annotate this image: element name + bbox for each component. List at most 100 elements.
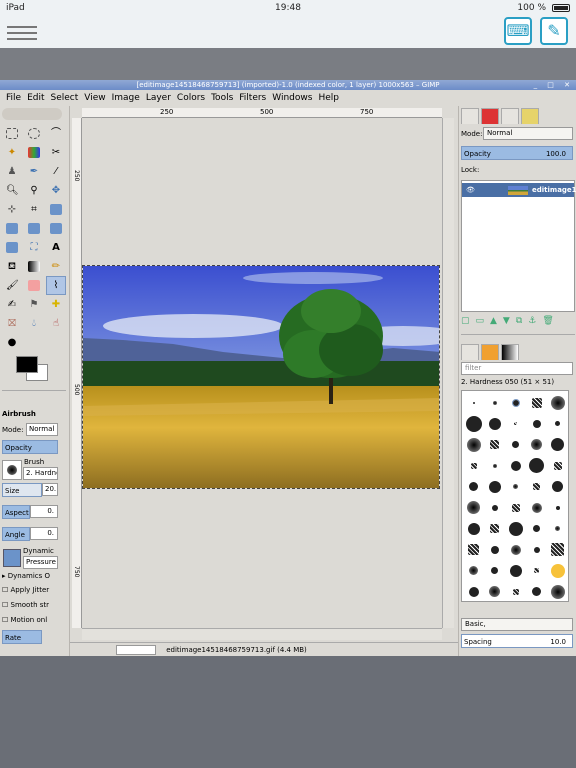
- menu-file[interactable]: File: [6, 93, 21, 103]
- brush-swatch[interactable]: [506, 414, 525, 433]
- opacity-slider[interactable]: Opacity: [2, 440, 58, 454]
- brush-swatch[interactable]: [485, 561, 504, 580]
- brush-swatch[interactable]: [464, 582, 483, 601]
- paths-tool-icon[interactable]: ✒: [24, 162, 44, 181]
- foreground-color-swatch[interactable]: [16, 356, 38, 373]
- tab-layers[interactable]: [461, 108, 479, 124]
- move-tool-icon[interactable]: ✥: [46, 181, 66, 200]
- brush-swatch[interactable]: [485, 456, 504, 475]
- brush-swatch[interactable]: [548, 393, 567, 412]
- menu-help[interactable]: Help: [318, 93, 339, 103]
- flip-tool-icon[interactable]: [2, 238, 22, 257]
- vertical-scrollbar[interactable]: [442, 118, 454, 628]
- brush-swatch[interactable]: [506, 393, 525, 412]
- smooth-stroke-checkbox[interactable]: ☐ Smooth str: [2, 601, 49, 609]
- brush-swatch[interactable]: [506, 540, 525, 559]
- ink-tool-icon[interactable]: ✍: [2, 295, 22, 314]
- brush-swatch[interactable]: [548, 519, 567, 538]
- brush-swatch[interactable]: [464, 393, 483, 412]
- layer-actions[interactable]: ▢▭▲▼⧉⚓🗑︎: [461, 316, 575, 330]
- brush-swatch[interactable]: [548, 498, 567, 517]
- tab-paths[interactable]: [501, 108, 519, 124]
- brush-swatch[interactable]: [548, 540, 567, 559]
- brush-swatch[interactable]: [485, 477, 504, 496]
- brush-swatch[interactable]: [464, 519, 483, 538]
- zoom-combo[interactable]: [116, 645, 156, 655]
- brush-swatch[interactable]: [485, 435, 504, 454]
- rect-select-tool-icon[interactable]: [2, 124, 22, 143]
- tab-patterns[interactable]: [481, 344, 499, 360]
- brush-swatch[interactable]: [506, 582, 525, 601]
- bucket-fill-tool-icon[interactable]: ⛾: [2, 257, 22, 276]
- angle-slider[interactable]: Angle: [2, 527, 30, 541]
- airbrush-tool-icon[interactable]: ⌇: [46, 276, 66, 295]
- smudge-tool-icon[interactable]: ☝: [46, 314, 66, 333]
- layers-opacity-slider[interactable]: Opacity 100.0: [461, 146, 573, 160]
- spacing-slider[interactable]: Spacing 10.0: [461, 634, 573, 648]
- brush-swatch[interactable]: [464, 414, 483, 433]
- foreground-select-tool-icon[interactable]: ♟: [2, 162, 22, 181]
- brush-swatch[interactable]: [527, 519, 546, 538]
- brush-swatch[interactable]: [548, 414, 567, 433]
- brush-swatch[interactable]: [485, 582, 504, 601]
- brush-swatch[interactable]: [485, 393, 504, 412]
- layer-row[interactable]: 👁︎ editimage1: [462, 183, 576, 197]
- blend-tool-icon[interactable]: [24, 257, 44, 276]
- brush-swatch[interactable]: [527, 561, 546, 580]
- brush-swatch[interactable]: [548, 477, 567, 496]
- tab-channels[interactable]: [481, 108, 499, 124]
- layers-mode-select[interactable]: Normal: [483, 127, 573, 140]
- blur-tool-icon[interactable]: 💧︎: [24, 314, 44, 333]
- dynamics-options-expander[interactable]: ▸ Dynamics O: [2, 572, 50, 580]
- brush-swatch[interactable]: [527, 393, 546, 412]
- tab-brushes[interactable]: [461, 344, 479, 360]
- brush-swatch[interactable]: [548, 435, 567, 454]
- eraser-tool-icon[interactable]: [24, 276, 44, 295]
- brush-swatch[interactable]: [527, 435, 546, 454]
- brush-swatch[interactable]: [464, 477, 483, 496]
- brush-preview[interactable]: [2, 460, 22, 480]
- ellipse-select-tool-icon[interactable]: [24, 124, 44, 143]
- brush-swatch[interactable]: [548, 582, 567, 601]
- angle-value[interactable]: 0.: [30, 527, 58, 540]
- aspect-slider[interactable]: Aspect: [2, 505, 30, 519]
- rate-slider[interactable]: Rate: [2, 630, 42, 644]
- menu-filters[interactable]: Filters: [239, 93, 266, 103]
- scale-tool-icon[interactable]: [2, 219, 22, 238]
- menu-view[interactable]: View: [84, 93, 105, 103]
- brush-swatch[interactable]: [464, 435, 483, 454]
- menu-colors[interactable]: Colors: [177, 93, 205, 103]
- color-select-tool-icon[interactable]: [24, 143, 44, 162]
- edit-icon[interactable]: ✎: [540, 17, 568, 45]
- aspect-value[interactable]: 0.: [30, 505, 58, 518]
- menu-layer[interactable]: Layer: [146, 93, 171, 103]
- rotate-tool-icon[interactable]: [46, 200, 66, 219]
- window-titlebar[interactable]: [editimage14518468759713] (imported)-1.0…: [0, 80, 576, 90]
- eye-icon[interactable]: 👁︎: [466, 183, 475, 197]
- brush-swatch[interactable]: [548, 456, 567, 475]
- menu-select[interactable]: Select: [51, 93, 79, 103]
- heal-tool-icon[interactable]: ✚: [46, 295, 66, 314]
- menu-image[interactable]: Image: [112, 93, 140, 103]
- brush-swatch[interactable]: [548, 561, 567, 580]
- dynamics-value[interactable]: Pressure: [23, 556, 58, 569]
- brush-swatch[interactable]: [464, 456, 483, 475]
- measure-tool-icon[interactable]: ⚲: [24, 181, 44, 200]
- crop-tool-icon[interactable]: ⌗: [24, 200, 44, 219]
- image-canvas[interactable]: [82, 118, 440, 628]
- shear-tool-icon[interactable]: [24, 219, 44, 238]
- brush-swatch[interactable]: [527, 582, 546, 601]
- free-select-tool-icon[interactable]: ⌒: [46, 124, 66, 143]
- size-slider[interactable]: Size: [2, 483, 42, 497]
- dodge-burn-tool-icon[interactable]: ●: [2, 333, 22, 352]
- menu-windows[interactable]: Windows: [272, 93, 312, 103]
- layer-list[interactable]: 👁︎ editimage1: [461, 180, 576, 312]
- brush-swatch[interactable]: [506, 477, 525, 496]
- brush-swatch[interactable]: [485, 519, 504, 538]
- cage-transform-tool-icon[interactable]: ⛶: [24, 238, 44, 257]
- motion-only-checkbox[interactable]: ☐ Motion onl: [2, 616, 47, 624]
- brush-swatch[interactable]: [506, 561, 525, 580]
- brush-swatch[interactable]: [527, 477, 546, 496]
- perspective-clone-tool-icon[interactable]: ⛝: [2, 314, 22, 333]
- hamburger-menu-icon[interactable]: [7, 22, 37, 44]
